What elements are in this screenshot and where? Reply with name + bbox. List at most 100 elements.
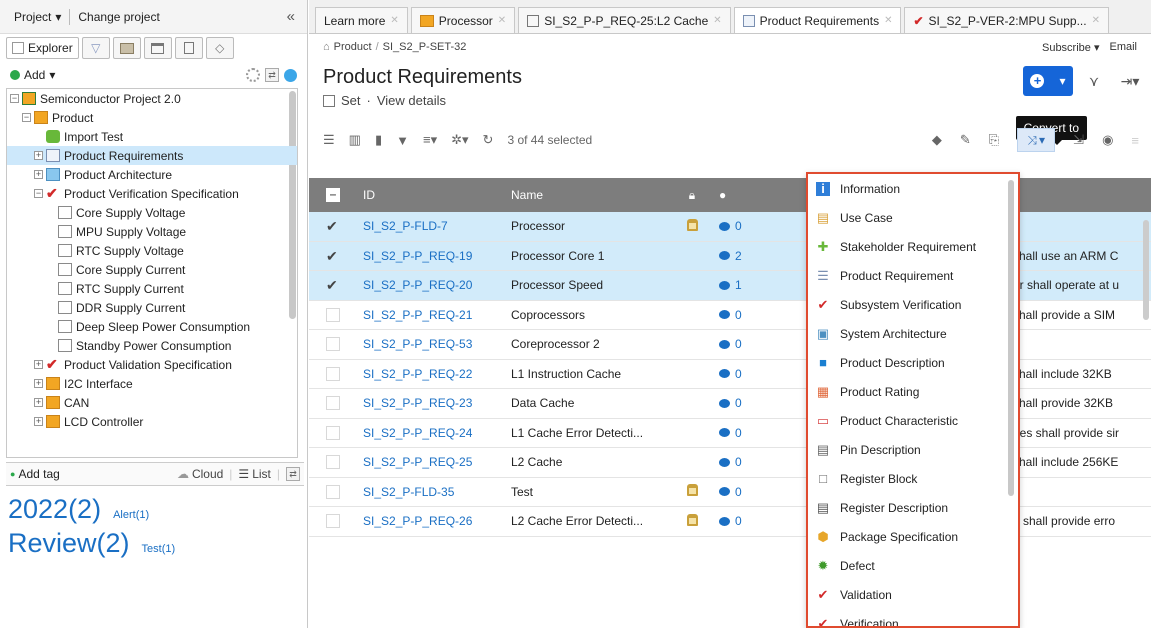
item-name[interactable]: Processor Speed [505, 278, 673, 292]
tree-item[interactable]: Core Supply Current [7, 260, 297, 279]
project-menu[interactable]: Project ▾ [6, 10, 69, 24]
item-name[interactable]: Data Cache [505, 396, 673, 410]
item-id-link[interactable]: SI_S2_P-P_REQ-25 [357, 455, 505, 469]
close-tab-icon[interactable]: ✕ [498, 15, 506, 26]
reuse-icon[interactable]: ⎘ [989, 132, 999, 148]
table-row[interactable]: SI_S2_P-P_REQ-23 Data Cache 0 shall provide… [309, 389, 1151, 419]
columns-icon[interactable]: ▥ [349, 132, 361, 148]
collapse-icon[interactable]: − [10, 94, 19, 103]
collapse-panel-icon[interactable]: « [287, 8, 301, 25]
comments-cell[interactable]: 0 [711, 337, 801, 351]
window-tab[interactable] [143, 37, 172, 59]
breadcrumb-current[interactable]: SI_S2_P-SET-32 [383, 41, 467, 53]
row-checkbox[interactable] [326, 396, 340, 411]
add-tag-button[interactable]: ● Add tag [10, 467, 60, 481]
document-tab[interactable]: Learn more ✕ [315, 7, 408, 33]
tree-item[interactable]: − Product [7, 108, 297, 127]
tag-link[interactable]: Alert(1) [113, 509, 149, 521]
table-row[interactable]: SI_S2_P-FLD-35 Test 0 [309, 477, 1151, 507]
add-button[interactable]: Add ▾ [10, 68, 55, 82]
refresh-icon[interactable]: ↻ [483, 132, 494, 148]
row-checkbox[interactable] [326, 307, 340, 322]
close-tab-icon[interactable]: ✕ [884, 15, 892, 26]
item-name[interactable]: Processor Core 1 [505, 249, 673, 263]
row-checkbox[interactable] [326, 514, 340, 529]
item-name[interactable]: L1 Cache Error Detecti... [505, 426, 673, 440]
comments-cell[interactable]: 0 [711, 308, 801, 322]
row-checkbox[interactable]: ✔ [326, 219, 340, 233]
tag-link[interactable]: Test(1) [142, 543, 176, 555]
tree-item[interactable]: Deep Sleep Power Consumption [7, 317, 297, 336]
document-tab[interactable] [174, 37, 203, 59]
refresh-icon[interactable] [284, 68, 297, 82]
sync-icon[interactable]: ⇄ [265, 68, 279, 82]
table-row[interactable]: SI_S2_P-P_REQ-25 L2 Cache 0 shall include 2… [309, 448, 1151, 478]
tag-settings-icon[interactable]: ⇄ [286, 467, 300, 481]
export-icon[interactable]: ⇥▾ [1115, 66, 1145, 96]
menu-item[interactable]: ▤ Register Description [808, 493, 1018, 522]
document-view-icon[interactable]: ▮ [375, 132, 382, 148]
move-icon[interactable]: ⇲ [1073, 132, 1084, 148]
expand-icon[interactable]: + [34, 379, 43, 388]
tree-item[interactable]: + Product Architecture [7, 165, 297, 184]
expand-icon[interactable]: + [34, 151, 43, 160]
row-checkbox[interactable] [326, 337, 340, 352]
menu-item[interactable]: ⬢ Package Specification [808, 522, 1018, 551]
tree-item[interactable]: MPU Supply Voltage [7, 222, 297, 241]
menu-item[interactable]: ▤ Pin Description [808, 435, 1018, 464]
menu-item[interactable]: ✔ Validation [808, 580, 1018, 609]
item-id-link[interactable]: SI_S2_P-P_REQ-23 [357, 396, 505, 410]
filter-tab[interactable]: ▽ [81, 37, 110, 59]
item-id-link[interactable]: SI_S2_P-P_REQ-20 [357, 278, 505, 292]
table-row[interactable]: SI_S2_P-P_REQ-22 L1 Instruction Cache 0 sha… [309, 359, 1151, 389]
item-id-link[interactable]: SI_S2_P-FLD-35 [357, 485, 505, 499]
item-name[interactable]: L1 Instruction Cache [505, 367, 673, 381]
close-tab-icon[interactable]: ✕ [1092, 15, 1100, 26]
menu-item[interactable]: ✔ Verification [808, 609, 1018, 626]
filter-icon[interactable]: ▼ [396, 133, 409, 148]
comments-cell[interactable]: 2 [711, 249, 801, 263]
item-name[interactable]: L2 Cache Error Detecti... [505, 514, 673, 528]
comments-cell[interactable]: 0 [711, 455, 801, 469]
collapse-icon[interactable]: − [34, 189, 43, 198]
convert-button[interactable]: ⤨ ▾ [1017, 128, 1056, 152]
grid-scrollbar[interactable] [1143, 220, 1149, 320]
table-row[interactable]: SI_S2_P-P_REQ-24 L1 Cache Error Detecti..… [309, 418, 1151, 448]
item-id-link[interactable]: SI_S2_P-P_REQ-22 [357, 367, 505, 381]
row-checkbox[interactable] [326, 366, 340, 381]
status-icon[interactable]: ◉ [1102, 132, 1113, 148]
comments-cell[interactable]: 0 [711, 426, 801, 440]
tree-item[interactable]: Core Supply Voltage [7, 203, 297, 222]
column-id[interactable]: ID [357, 188, 505, 202]
table-row[interactable]: SI_S2_P-P_REQ-21 Coprocessors 0 shall provi… [309, 300, 1151, 330]
item-name[interactable]: Test [505, 485, 673, 499]
expand-icon[interactable]: + [34, 398, 43, 407]
expand-icon[interactable]: + [34, 170, 43, 179]
item-name[interactable]: L2 Cache [505, 455, 673, 469]
menu-item[interactable]: ■ Product Description [808, 348, 1018, 377]
comments-column-icon[interactable]: ● [711, 188, 801, 202]
tree-item[interactable]: − Semiconductor Project 2.0 [7, 89, 297, 108]
document-tab[interactable]: SI_S2_P-P_REQ-25:L2 Cache ✕ [518, 7, 731, 33]
tab-explorer[interactable]: Explorer [6, 37, 79, 59]
item-id-link[interactable]: SI_S2_P-P_REQ-19 [357, 249, 505, 263]
tree-item[interactable]: Import Test [7, 127, 297, 146]
comments-cell[interactable]: 0 [711, 485, 801, 499]
document-tab[interactable]: Processor ✕ [410, 7, 516, 33]
comments-cell[interactable]: 1 [711, 278, 801, 292]
breadcrumb-root[interactable]: Product [334, 41, 372, 53]
comments-cell[interactable]: 0 [711, 396, 801, 410]
close-tab-icon[interactable]: ✕ [390, 15, 398, 26]
item-id-link[interactable]: SI_S2_P-P_REQ-53 [357, 337, 505, 351]
tree-item[interactable]: − ✔ Product Verification Specification [7, 184, 297, 203]
document-tab[interactable]: Product Requirements ✕ [733, 7, 902, 33]
view-details-link[interactable]: View details [377, 93, 446, 108]
select-all-checkbox[interactable]: – [326, 188, 340, 202]
table-row[interactable]: SI_S2_P-P_REQ-26 L2 Cache Error Detecti..… [309, 507, 1151, 537]
expand-icon[interactable]: + [34, 360, 43, 369]
cloud-view-button[interactable]: ☁ Cloud [177, 467, 223, 481]
lock-column-icon[interactable]: 🔒︎ [673, 188, 711, 203]
comments-cell[interactable]: 0 [711, 219, 801, 233]
tree-item[interactable]: + ✔ Product Validation Specification [7, 355, 297, 374]
email-button[interactable]: Email [1109, 41, 1137, 54]
